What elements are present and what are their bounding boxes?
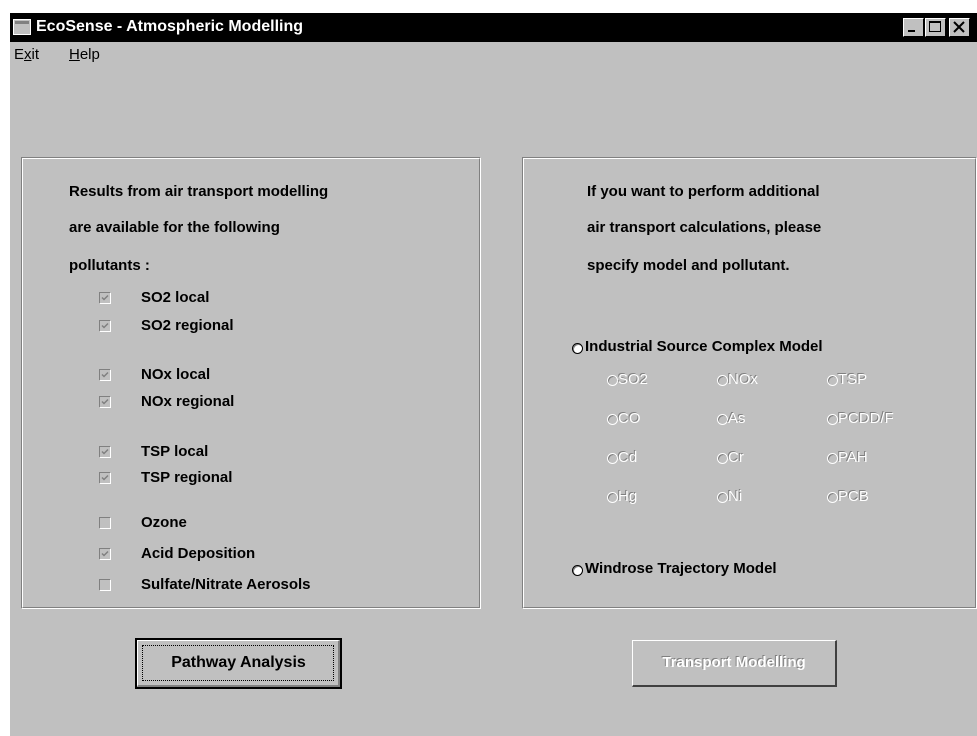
results-intro-line-2: are available for the following [69,219,280,236]
checkmark-icon [101,448,109,455]
checkmark-icon [101,550,109,557]
transport-intro-line-3: specify model and pollutant. [587,257,790,274]
checkbox-label-nox-regional: NOx regional [141,393,235,410]
checkbox-tsp-regional[interactable] [99,472,111,484]
menu-exit[interactable]: Exit [14,46,39,63]
checkbox-tsp-local[interactable] [99,446,111,458]
radio-pah[interactable] [827,453,838,464]
minimize-button[interactable] [903,18,924,37]
close-icon [953,21,965,33]
checkmark-icon [101,398,109,405]
radio-label-ni: Ni [728,488,743,505]
checkmark-icon [101,474,109,481]
transport-modelling-button[interactable]: Transport Modelling [632,640,837,687]
radio-label-windrose-trajectory: Windrose Trajectory Model [585,560,777,577]
title-bar[interactable]: EcoSense - Atmospheric Modelling [10,13,977,42]
radio-cr[interactable] [717,453,728,464]
maximize-icon [929,21,941,32]
checkbox-label-tsp-local: TSP local [141,443,209,460]
radio-label-pcb: PCB [838,488,869,505]
radio-label-nox: NOx [728,371,758,388]
checkbox-nox-regional[interactable] [99,396,111,408]
pathway-analysis-label: Pathway Analysis [171,654,306,671]
radio-industrial-source-complex[interactable] [572,343,583,354]
radio-ni[interactable] [717,492,728,503]
radio-cd[interactable] [607,453,618,464]
maximize-button[interactable] [925,18,946,37]
close-button[interactable] [949,18,970,37]
transport-intro-line-2: air transport calculations, please [587,219,822,236]
checkmark-icon [101,322,109,329]
checkbox-nox-local[interactable] [99,369,111,381]
radio-pcb[interactable] [827,492,838,503]
radio-windrose-trajectory[interactable] [572,565,583,576]
checkbox-ozone[interactable] [99,517,111,529]
app-icon[interactable] [13,19,31,35]
checkbox-label-acid-deposition: Acid Deposition [141,545,256,562]
checkbox-sulfate-nitrate-aerosols[interactable] [99,579,111,591]
window-title: EcoSense - Atmospheric Modelling [36,18,304,35]
radio-label-pah: PAH [838,449,868,466]
radio-label-hg: Hg [618,488,638,505]
checkbox-so2-regional[interactable] [99,320,111,332]
checkmark-icon [101,294,109,301]
radio-nox[interactable] [717,375,728,386]
transport-modelling-label: Transport Modelling [662,654,806,671]
checkbox-label-tsp-regional: TSP regional [141,469,233,486]
radio-co[interactable] [607,414,618,425]
radio-label-cd: Cd [618,449,638,466]
ecosense-window: EcoSense - Atmospheric Modelling Exit He… [9,13,977,736]
checkbox-acid-deposition[interactable] [99,548,111,560]
checkmark-icon [101,371,109,378]
checkbox-label-so2-regional: SO2 regional [141,317,234,334]
radio-label-industrial-source-complex: Industrial Source Complex Model [585,338,823,355]
radio-label-co: CO [618,410,641,427]
pathway-analysis-button[interactable]: Pathway Analysis [135,638,342,689]
radio-label-cr: Cr [728,449,744,466]
menu-help[interactable]: Help [69,46,100,63]
radio-label-as: As [728,410,746,427]
menu-bar: Exit Help [10,42,977,67]
transport-intro-line-1: If you want to perform additional [587,183,820,200]
radio-as[interactable] [717,414,728,425]
radio-label-so2: SO2 [618,371,649,388]
checkbox-label-nox-local: NOx local [141,366,211,383]
radio-tsp[interactable] [827,375,838,386]
checkbox-label-ozone: Ozone [141,514,187,531]
menu-help-label: Help [69,46,100,63]
radio-so2[interactable] [607,375,618,386]
radio-hg[interactable] [607,492,618,503]
menu-exit-label: Exit [14,46,40,63]
checkbox-label-so2-local: SO2 local [141,289,210,306]
results-intro-line-3: pollutants : [69,257,150,274]
radio-label-pcdd-f: PCDD/F [838,410,894,427]
radio-pcdd-f[interactable] [827,414,838,425]
results-intro-line-1: Results from air transport modelling [69,183,329,200]
minimize-icon [908,30,915,32]
radio-label-tsp: TSP [838,371,868,388]
checkbox-label-sulfate-nitrate-aerosols: Sulfate/Nitrate Aerosols [141,576,311,593]
checkbox-so2-local[interactable] [99,292,111,304]
